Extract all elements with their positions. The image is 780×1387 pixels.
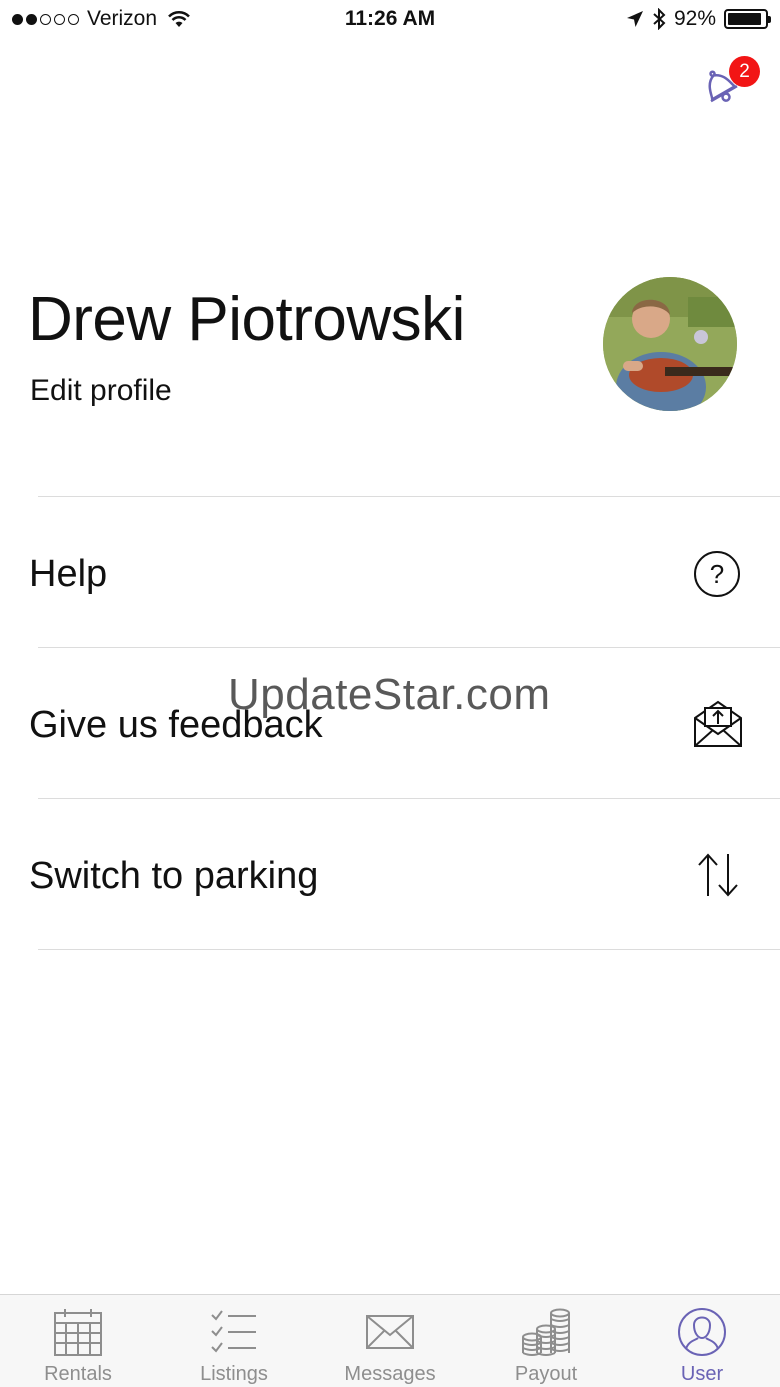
tab-label: Messages (344, 1363, 436, 1385)
battery-icon (724, 9, 771, 29)
tab-label: Rentals (44, 1363, 112, 1385)
menu-item-label: Switch to parking (29, 855, 319, 897)
tab-label: User (680, 1363, 724, 1385)
watermark-text: UpdateStar.com (228, 670, 551, 719)
svg-text:?: ? (710, 559, 724, 589)
tab-rentals[interactable]: Rentals (0, 1295, 156, 1387)
envelope-upload-icon (694, 700, 742, 747)
tab-bar: Rentals Listings Messages Payout User (0, 1294, 780, 1387)
status-bar: Verizon 11:26 AM 92% (0, 0, 780, 40)
tab-label: Listings (200, 1363, 268, 1385)
menu-item-label: Help (29, 553, 108, 595)
edit-profile-link[interactable]: Edit profile (30, 374, 172, 408)
swap-arrows-icon (698, 853, 738, 897)
avatar-photo (603, 277, 737, 411)
avatar[interactable] (603, 277, 737, 411)
question-circle-icon: ? (694, 551, 740, 597)
location-arrow-icon (626, 11, 643, 27)
notification-badge: 2 (729, 56, 760, 87)
calendar-icon (54, 1309, 102, 1356)
checklist-icon (211, 1310, 256, 1353)
menu-item-switch-parking[interactable]: Switch to parking (0, 799, 780, 949)
battery-percent: 92% (673, 7, 716, 30)
menu-item-help[interactable]: Help ? (0, 497, 780, 647)
envelope-icon (366, 1315, 414, 1349)
profile-name: Drew Piotrowski (28, 285, 465, 354)
user-icon (678, 1308, 726, 1356)
tab-payout[interactable]: Payout (468, 1295, 624, 1387)
notifications-button[interactable]: 2 (696, 56, 760, 106)
tab-listings[interactable]: Listings (156, 1295, 312, 1387)
coins-icon (522, 1308, 570, 1356)
status-right: 92% (626, 7, 771, 31)
tab-label: Payout (514, 1363, 578, 1385)
tab-user[interactable]: User (624, 1295, 780, 1387)
bluetooth-icon (653, 8, 666, 30)
divider (38, 949, 780, 950)
tab-messages[interactable]: Messages (312, 1295, 468, 1387)
